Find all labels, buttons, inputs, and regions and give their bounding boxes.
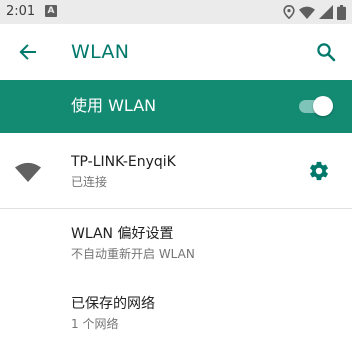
back-button[interactable]	[14, 38, 42, 66]
notification-a-icon: A	[45, 5, 57, 17]
toolbar: WLAN	[0, 24, 352, 80]
network-settings-button[interactable]	[306, 158, 332, 184]
network-ssid: TP-LINK-EnyqiK	[71, 154, 176, 170]
saved-networks-title: 已保存的网络	[71, 296, 155, 312]
arrow-back-icon	[19, 44, 36, 60]
gear-icon	[310, 161, 328, 181]
battery-icon	[337, 4, 346, 20]
search-button[interactable]	[312, 38, 340, 66]
wifi-status-icon	[299, 6, 315, 19]
wlan-toggle[interactable]	[298, 96, 334, 116]
page-title: WLAN	[71, 41, 130, 63]
wlan-preferences-row[interactable]: WLAN 偏好设置 不自动重新开启 WLAN	[0, 209, 352, 279]
status-bar: 2:01 A	[0, 0, 352, 24]
connected-network-row[interactable]: TP-LINK-EnyqiK 已连接	[0, 133, 352, 209]
location-icon	[283, 5, 295, 19]
toggle-thumb	[313, 96, 333, 116]
saved-networks-subtitle: 1 个网络	[71, 317, 119, 331]
status-icons	[283, 4, 346, 20]
search-icon	[317, 43, 336, 62]
network-status: 已连接	[71, 175, 108, 189]
preferences-title: WLAN 偏好设置	[71, 226, 174, 242]
saved-networks-row[interactable]: 已保存的网络 1 个网络	[0, 279, 352, 349]
wlan-master-switch-row[interactable]: 使用 WLAN	[0, 80, 352, 133]
wifi-icon	[15, 162, 41, 182]
preferences-subtitle: 不自动重新开启 WLAN	[71, 247, 195, 261]
master-switch-label: 使用 WLAN	[71, 96, 157, 115]
status-time: 2:01	[6, 4, 36, 19]
signal-icon	[319, 5, 333, 19]
